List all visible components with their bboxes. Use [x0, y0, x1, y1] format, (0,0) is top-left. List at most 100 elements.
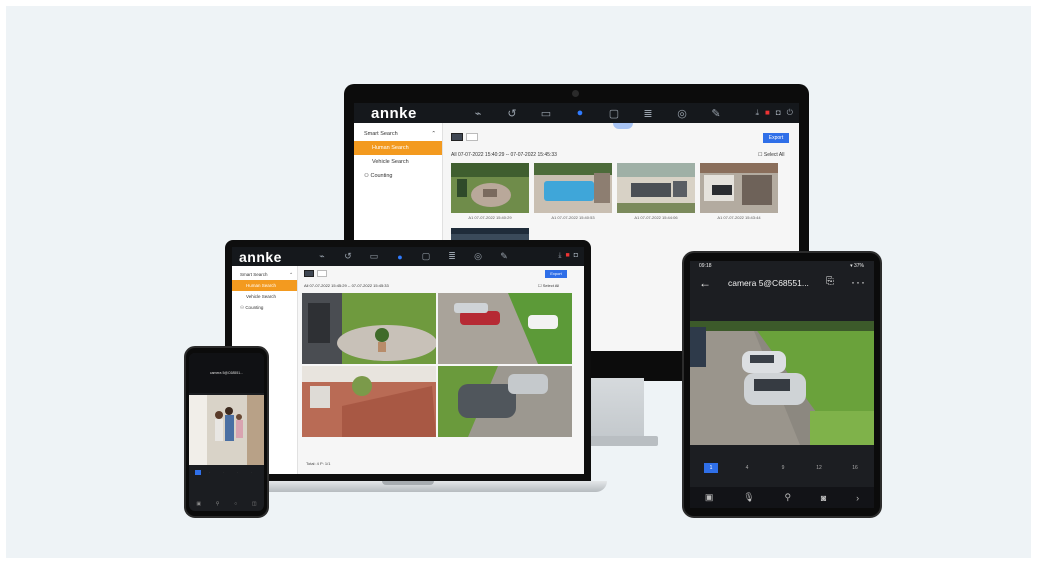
sidebar-item-label: Counting — [245, 305, 264, 310]
back-arrow-icon[interactable]: ← — [699, 275, 711, 291]
phone-screen: camera 5@C68551... · · · · ▣ ⚲ ○ ◫ — [189, 353, 264, 511]
settings-icon[interactable]: ◎ — [665, 107, 699, 120]
smartphone: camera 5@C68551... · · · · ▣ ⚲ ○ ◫ — [184, 346, 269, 518]
sidebar-item-label: Smart Search — [240, 272, 268, 277]
view-toggle — [451, 133, 478, 141]
result-thumbnail[interactable] — [438, 293, 572, 364]
maintenance-icon[interactable]: ✎ — [699, 107, 733, 120]
laptop-nav: ⌁ ↺ ▭ ● ▢ ≣ ◎ ✎ — [309, 251, 517, 262]
result-thumbnail[interactable]: A1 07-07-2022 15:44:06 — [617, 163, 695, 223]
result-thumbnail[interactable] — [302, 293, 436, 364]
download-icon[interactable]: ⤓ — [755, 108, 759, 118]
result-thumbnail[interactable]: A1 07-07-2022 15:43:44 — [700, 163, 778, 223]
search-icon[interactable]: ⚲ — [784, 492, 791, 503]
tablet-screen: 09:18 ▾ 37% ← camera 5@C68551... ⎘ ··· 1… — [690, 261, 874, 508]
download-icon[interactable]: ⤓ — [558, 252, 561, 260]
list-view-button[interactable] — [317, 270, 327, 277]
layout-1-button[interactable]: 1 — [704, 463, 718, 473]
collapse-tab[interactable] — [613, 123, 633, 129]
counting-icon: ⚇ — [240, 305, 245, 310]
power-icon[interactable]: ⏻ — [787, 108, 793, 118]
playback-icon[interactable]: ↺ — [495, 107, 529, 120]
settings-icon[interactable]: ◎ — [465, 251, 491, 262]
smart-search-icon[interactable]: ● — [387, 252, 413, 262]
laptop: annke ⌁ ↺ ▭ ● ▢ ≣ ◎ ✎ ⤓ ■ ◘ Smart Search… — [225, 240, 591, 481]
time-range: All 07-07-2022 15:45:29 -- 07-07-2022 15… — [304, 283, 389, 288]
phone-live-video[interactable] — [189, 395, 264, 465]
status-bar: 09:18 ▾ 37% — [690, 261, 874, 271]
lock-icon[interactable]: ◘ — [574, 252, 578, 260]
camera-icon[interactable]: ◫ — [252, 501, 257, 507]
display-icon[interactable]: ▢ — [413, 251, 439, 262]
status-battery: ▾ 37% — [850, 263, 864, 269]
mic-icon[interactable]: ⚲ — [216, 501, 220, 507]
desktop-topbar: annke ⌁ ↺ ▭ ● ▢ ≣ ◎ ✎ ⤓ ■ ◘ ⏻ — [354, 103, 799, 123]
sidebar-item-counting[interactable]: ⚇ Counting — [232, 302, 297, 313]
product-hero: annke ⌁ ↺ ▭ ● ▢ ≣ ◎ ✎ ⤓ ■ ◘ ⏻ Smart Sear… — [6, 6, 1031, 558]
display-icon[interactable]: ▢ — [597, 107, 631, 120]
sidebar-item-smart-search[interactable]: Smart Search ⌃ — [354, 127, 442, 141]
stop-icon[interactable]: ▣ — [705, 492, 714, 503]
export-button[interactable]: Export — [763, 133, 789, 143]
layout-1-button[interactable] — [195, 470, 201, 475]
alert-icon[interactable]: ■ — [765, 108, 770, 118]
sidebar-item-label: Human Search — [372, 145, 409, 151]
result-thumbnail[interactable]: A1 07-07-2022 15:40:53 — [534, 163, 612, 223]
status-icons: ⤓ ■ ◘ — [558, 252, 578, 260]
files-icon[interactable]: ▭ — [529, 107, 563, 120]
search-icon[interactable]: ○ — [234, 501, 237, 507]
result-thumbnail[interactable] — [438, 366, 572, 437]
result-thumbnail[interactable]: A1 07-07-2022 15:40:29 — [451, 163, 529, 223]
result-thumbnail[interactable] — [302, 366, 436, 437]
maintenance-icon[interactable]: ✎ — [491, 251, 517, 262]
alert-icon[interactable]: ■ — [566, 252, 570, 260]
layout-9-button[interactable]: 9 — [776, 463, 790, 473]
live-view-icon[interactable]: ⌁ — [309, 251, 335, 262]
grid-view-button[interactable] — [451, 133, 463, 141]
sidebar-item-human-search[interactable]: Human Search — [354, 141, 442, 155]
export-button[interactable]: Export — [545, 270, 567, 278]
more-icon[interactable]: ··· — [851, 275, 866, 289]
storage-icon[interactable]: ≣ — [439, 251, 465, 262]
desktop-nav: ⌁ ↺ ▭ ● ▢ ≣ ◎ ✎ — [461, 107, 733, 120]
sidebar-item-counting[interactable]: ⚇ Counting — [354, 169, 442, 183]
mic-icon[interactable]: 🎙︎ — [743, 492, 754, 503]
smart-search-icon[interactable]: ● — [563, 107, 597, 119]
layout-16-button[interactable]: 16 — [848, 463, 862, 473]
sidebar-item-label: Counting — [370, 173, 393, 179]
counting-icon: ⚇ — [364, 173, 369, 179]
phone-layout-selector: · · · · — [195, 470, 257, 475]
tablet-layout-selector: 1 4 9 12 16 — [704, 463, 862, 473]
files-icon[interactable]: ▭ — [361, 251, 387, 262]
list-view-button[interactable] — [466, 133, 478, 141]
layout-4-button[interactable]: 4 — [740, 463, 754, 473]
select-all-checkbox[interactable]: ☐ Select All — [538, 283, 559, 288]
select-all-checkbox[interactable]: ☐ Select All — [758, 152, 784, 158]
sidebar-item-vehicle-search[interactable]: Vehicle Search — [232, 291, 297, 302]
stop-icon[interactable]: ▣ — [196, 501, 201, 507]
layout-12-button[interactable]: · — [237, 470, 243, 475]
layout-12-button[interactable]: 12 — [812, 463, 826, 473]
time-range: All 07-07-2022 15:40:29 -- 07-07-2022 15… — [451, 152, 557, 158]
share-icon[interactable]: ⎘ — [826, 276, 834, 287]
layout-4-button[interactable]: · — [209, 470, 215, 475]
tablet: 09:18 ▾ 37% ← camera 5@C68551... ⎘ ··· 1… — [682, 251, 882, 518]
tablet-live-video[interactable] — [690, 321, 874, 445]
sidebar-item-smart-search[interactable]: Smart Search ⌃ — [232, 269, 297, 280]
sidebar-item-label: Smart Search — [364, 131, 398, 137]
layout-9-button[interactable]: · — [223, 470, 229, 475]
chevron-right-icon[interactable]: › — [856, 493, 859, 503]
lock-icon[interactable]: ◘ — [776, 108, 781, 118]
sidebar-item-human-search[interactable]: Human Search — [232, 280, 297, 291]
sidebar-item-vehicle-search[interactable]: Vehicle Search — [354, 155, 442, 169]
tablet-toolbar: ▣ 🎙︎ ⚲ ◙ › — [690, 487, 874, 508]
camera-icon[interactable]: ◙ — [821, 493, 826, 503]
view-toggle — [304, 270, 327, 277]
layout-16-button[interactable]: · — [251, 470, 257, 475]
playback-icon[interactable]: ↺ — [335, 251, 361, 262]
select-all-label: Select All — [542, 283, 560, 288]
grid-view-button[interactable] — [304, 270, 314, 277]
thumb-caption: A1 07-07-2022 15:44:06 — [634, 215, 678, 220]
storage-icon[interactable]: ≣ — [631, 107, 665, 120]
live-view-icon[interactable]: ⌁ — [461, 107, 495, 120]
